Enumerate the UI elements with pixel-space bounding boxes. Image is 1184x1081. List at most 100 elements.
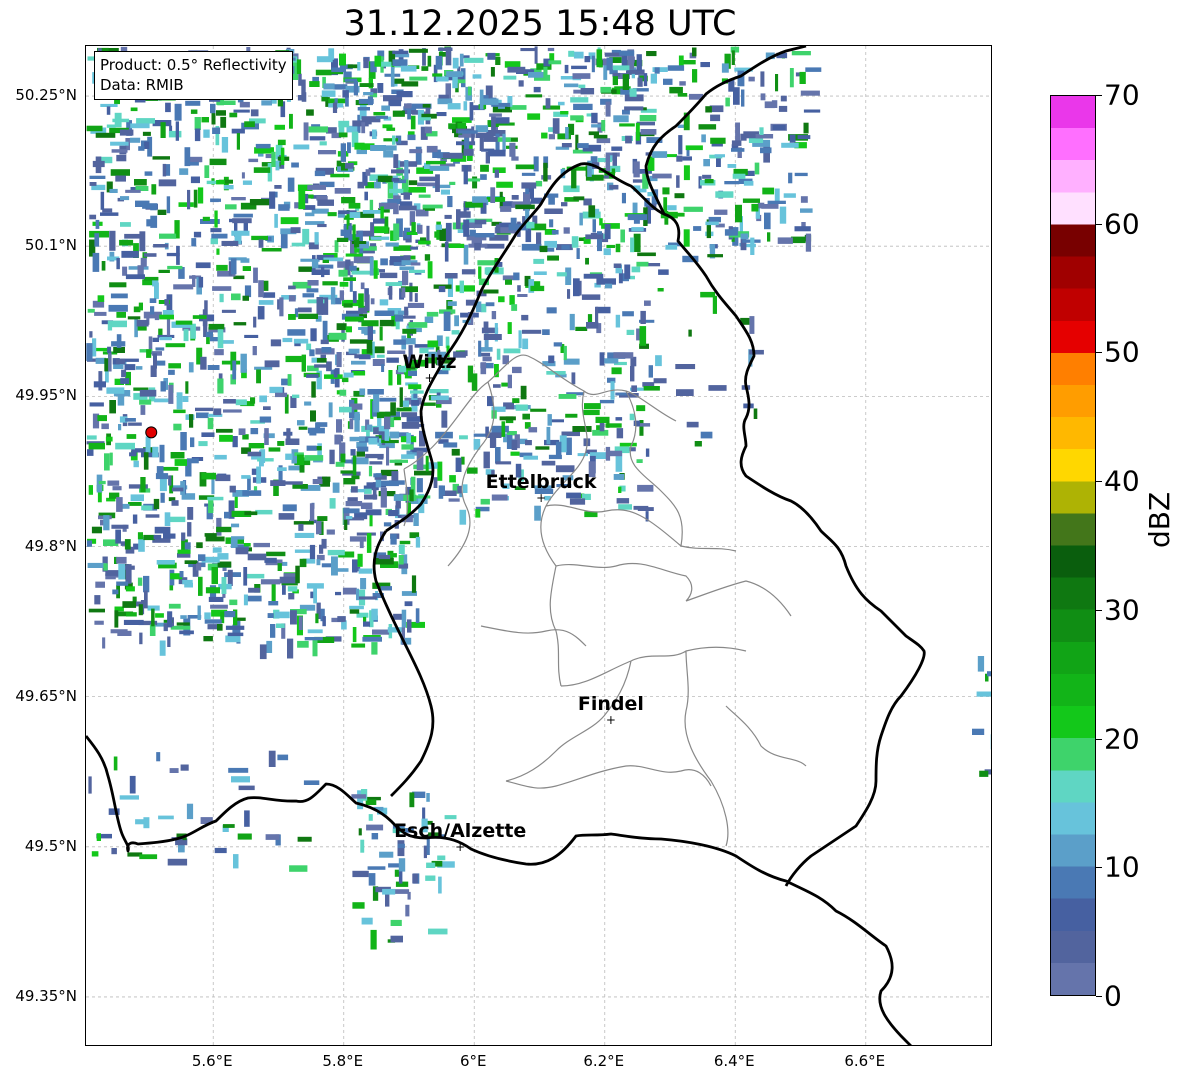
echo-cell	[525, 94, 543, 98]
echo-cell	[217, 378, 224, 394]
echo-cell	[611, 168, 616, 175]
echo-cell	[436, 112, 447, 117]
echo-cell	[363, 92, 374, 96]
echo-cell	[119, 239, 134, 246]
echo-cell	[636, 459, 643, 463]
city-marker-icon[interactable]: +	[536, 492, 546, 504]
echo-cell	[625, 135, 632, 144]
echo-cell	[244, 810, 250, 827]
echo-cell	[480, 362, 487, 375]
echo-cell	[125, 418, 136, 422]
echo-cell	[208, 323, 225, 330]
echo-cell	[185, 100, 201, 106]
echo-cell	[330, 173, 350, 178]
echo-cell	[314, 232, 319, 245]
echo-cell	[277, 441, 285, 446]
echo-cell	[522, 329, 542, 334]
echo-cell	[615, 243, 621, 253]
echo-cell	[539, 245, 548, 253]
echo-cell	[207, 417, 214, 430]
borders	[86, 46, 926, 1045]
echo-cell	[156, 560, 175, 565]
echo-cell	[478, 266, 482, 279]
echo-cell	[528, 72, 546, 78]
echo-cell	[110, 293, 128, 299]
echo-cell	[366, 340, 373, 354]
echo-cell	[385, 242, 399, 247]
echo-cell	[221, 309, 236, 313]
echo-cell	[414, 495, 431, 499]
echo-cell	[112, 589, 119, 595]
echo-cell	[438, 94, 449, 99]
echo-cell	[398, 858, 406, 872]
city-marker-icon[interactable]: +	[455, 841, 465, 853]
echo-cell	[637, 77, 643, 87]
echo-cell	[392, 135, 396, 145]
echo-cell	[274, 185, 282, 189]
echo-cell	[535, 446, 550, 450]
echo-cell	[316, 297, 323, 315]
echo-cell	[167, 611, 173, 628]
echo-cell	[110, 629, 128, 634]
echo-cell	[86, 435, 97, 440]
echo-cell	[789, 134, 796, 143]
echo-cell	[480, 164, 489, 172]
echo-cell	[359, 83, 374, 87]
echo-cell	[437, 855, 446, 861]
echo-cell	[336, 323, 347, 331]
city-marker-icon[interactable]: +	[424, 372, 434, 384]
echo-cell	[417, 182, 437, 187]
echo-cell	[751, 203, 759, 212]
echo-cell	[271, 151, 276, 167]
echo-cell	[569, 498, 586, 505]
echo-cell	[231, 230, 250, 236]
echo-cell	[201, 472, 217, 480]
echo-cell	[107, 346, 112, 354]
echo-cell	[198, 576, 203, 596]
echo-cell	[438, 47, 453, 51]
echo-cell	[386, 446, 390, 466]
echo-cell	[390, 919, 402, 926]
echo-cell	[631, 385, 637, 392]
echo-cell	[491, 115, 496, 131]
echo-cell	[354, 142, 365, 150]
echo-cell	[216, 110, 226, 116]
echo-cell	[406, 432, 411, 444]
echo-cell	[364, 191, 368, 201]
echo-cell	[322, 259, 329, 263]
echo-cell	[343, 372, 354, 378]
radar-site-dot[interactable]	[145, 426, 158, 439]
echo-cell	[620, 229, 625, 243]
echo-cell	[750, 237, 755, 255]
echo-cell	[499, 416, 516, 421]
echo-cell	[211, 233, 228, 239]
echo-cell	[308, 126, 328, 133]
echo-cell	[517, 285, 521, 292]
echo-cell	[243, 594, 248, 606]
city-marker-icon[interactable]: +	[606, 714, 616, 726]
echo-cell	[566, 437, 572, 455]
echo-cell	[109, 282, 127, 288]
echo-cell	[789, 68, 794, 88]
colorbar-tick	[1096, 481, 1102, 483]
echo-cell	[217, 329, 224, 349]
echo-cell	[303, 780, 320, 785]
echo-cell	[212, 127, 221, 134]
echo-cell	[767, 200, 786, 204]
echo-cell	[186, 803, 194, 820]
echo-cell	[606, 244, 616, 248]
echo-cell	[334, 434, 342, 445]
echo-cell	[168, 369, 175, 375]
echo-cell	[158, 328, 163, 336]
echo-cell	[423, 402, 436, 406]
echo-cell	[215, 474, 231, 482]
echo-cell	[445, 222, 452, 242]
echo-cell	[175, 320, 193, 325]
echo-cell	[250, 397, 256, 404]
echo-cell	[418, 117, 431, 121]
echo-cell	[640, 129, 657, 135]
echo-cell	[407, 619, 412, 633]
radar-map[interactable]	[85, 45, 992, 1046]
echo-cell	[612, 72, 621, 77]
echo-cell	[512, 398, 520, 404]
